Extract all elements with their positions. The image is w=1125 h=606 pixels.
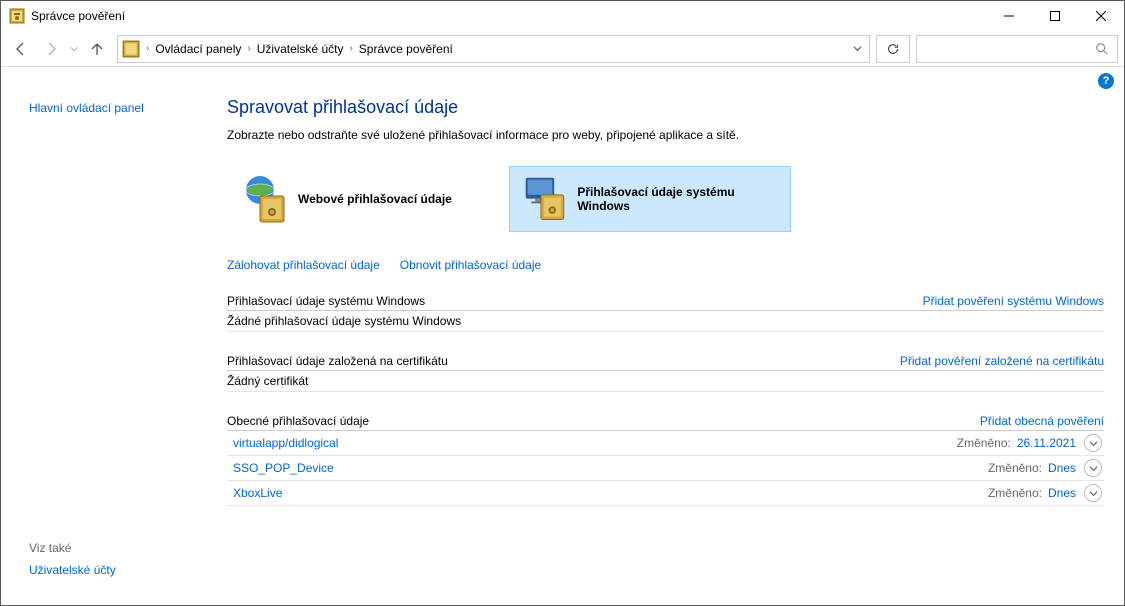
toolbar: › Ovládací panely › Uživatelské účty › S…: [1, 31, 1124, 67]
body-area: Hlavní ovládací panel Viz také Uživatels…: [1, 89, 1124, 605]
tab-web-credentials-label: Webové přihlašovací údaje: [298, 192, 452, 206]
tab-windows-credentials-label: Přihlašovací údaje systému Windows: [577, 185, 780, 213]
up-button[interactable]: [83, 35, 111, 63]
add-certificate-credential-link[interactable]: Přidat pověření založené na certifikátu: [900, 354, 1104, 368]
modified-label: Změněno:: [988, 461, 1042, 475]
main-content: Spravovat přihlašovací údaje Zobrazte ne…: [209, 89, 1124, 605]
section-title: Obecné přihlašovací údaje: [227, 414, 369, 428]
refresh-button[interactable]: [876, 35, 910, 63]
sidebar-footer-title: Viz také: [29, 541, 199, 555]
tab-windows-credentials[interactable]: Přihlašovací údaje systému Windows: [509, 166, 791, 232]
chevron-right-icon: ›: [347, 43, 354, 54]
section-empty-text: Žádný certifikát: [227, 371, 1104, 392]
modified-value: Dnes: [1048, 486, 1076, 500]
modified-value: 26.11.2021: [1017, 436, 1076, 450]
breadcrumb-item[interactable]: Uživatelské účty: [253, 42, 348, 56]
forward-button[interactable]: [37, 35, 65, 63]
back-button[interactable]: [7, 35, 35, 63]
app-window: Správce pověření › Ovládací panely › Uži…: [0, 0, 1125, 606]
section-title: Přihlašovací údaje založená na certifiká…: [227, 354, 448, 368]
credential-row[interactable]: virtualapp/didlogical Změněno: 26.11.202…: [227, 431, 1104, 456]
tab-web-credentials[interactable]: Webové přihlašovací údaje: [227, 166, 509, 232]
search-input[interactable]: [916, 35, 1118, 63]
expand-button[interactable]: [1084, 434, 1102, 452]
close-button[interactable]: [1078, 1, 1124, 31]
chevron-right-icon: ›: [245, 43, 252, 54]
expand-button[interactable]: [1084, 459, 1102, 477]
sidebar: Hlavní ovládací panel Viz také Uživatels…: [1, 89, 209, 605]
section-header: Obecné přihlašovací údaje Přidat obecná …: [227, 414, 1104, 431]
credential-name[interactable]: SSO_POP_Device: [233, 461, 988, 475]
add-windows-credential-link[interactable]: Přidat pověření systému Windows: [923, 294, 1104, 308]
chevron-right-icon: ›: [144, 43, 151, 54]
credential-name[interactable]: XboxLive: [233, 486, 988, 500]
address-bar[interactable]: › Ovládací panely › Uživatelské účty › S…: [117, 35, 870, 63]
recent-dropdown[interactable]: [67, 35, 81, 63]
sidebar-main-link[interactable]: Hlavní ovládací panel: [29, 101, 199, 115]
section-generic-credentials: Obecné přihlašovací údaje Přidat obecná …: [227, 414, 1104, 506]
maximize-button[interactable]: [1032, 1, 1078, 31]
section-header: Přihlašovací údaje systému Windows Přida…: [227, 294, 1104, 311]
modified-label: Změněno:: [988, 486, 1042, 500]
window-title: Správce pověření: [31, 9, 986, 23]
help-button[interactable]: ?: [1098, 73, 1114, 89]
control-panel-icon: [122, 40, 140, 58]
titlebar: Správce pověření: [1, 1, 1124, 31]
help-row: ?: [1, 67, 1124, 89]
search-icon: [1095, 42, 1109, 56]
credential-row[interactable]: SSO_POP_Device Změněno: Dnes: [227, 456, 1104, 481]
modified-label: Změněno:: [957, 436, 1011, 450]
page-title: Spravovat přihlašovací údaje: [227, 97, 1104, 118]
credential-type-tabs: Webové přihlašovací údaje: [227, 166, 1104, 232]
page-description: Zobrazte nebo odstraňte své uložené přih…: [227, 128, 1104, 142]
section-windows-credentials: Přihlašovací údaje systému Windows Přida…: [227, 294, 1104, 332]
address-dropdown[interactable]: [845, 36, 869, 62]
breadcrumb-item[interactable]: Správce pověření: [355, 42, 457, 56]
backup-link[interactable]: Zálohovat přihlašovací údaje: [227, 258, 380, 272]
app-icon: [9, 8, 25, 24]
section-title: Přihlašovací údaje systému Windows: [227, 294, 425, 308]
sidebar-footer-link[interactable]: Uživatelské účty: [29, 563, 199, 577]
add-generic-credential-link[interactable]: Přidat obecná pověření: [980, 414, 1104, 428]
sidebar-footer: Viz také Uživatelské účty: [29, 541, 199, 581]
section-empty-text: Žádné přihlašovací údaje systému Windows: [227, 311, 1104, 332]
restore-link[interactable]: Obnovit přihlašovací údaje: [400, 258, 541, 272]
backup-restore-row: Zálohovat přihlašovací údaje Obnovit při…: [227, 258, 1104, 272]
window-controls: [986, 1, 1124, 31]
modified-value: Dnes: [1048, 461, 1076, 475]
credential-name[interactable]: virtualapp/didlogical: [233, 436, 957, 450]
section-header: Přihlašovací údaje založená na certifiká…: [227, 354, 1104, 371]
monitor-vault-icon: [520, 172, 571, 226]
globe-vault-icon: [238, 172, 292, 226]
minimize-button[interactable]: [986, 1, 1032, 31]
credential-row[interactable]: XboxLive Změněno: Dnes: [227, 481, 1104, 506]
breadcrumb-item[interactable]: Ovládací panely: [151, 42, 245, 56]
section-certificate-credentials: Přihlašovací údaje založená na certifiká…: [227, 354, 1104, 392]
expand-button[interactable]: [1084, 484, 1102, 502]
